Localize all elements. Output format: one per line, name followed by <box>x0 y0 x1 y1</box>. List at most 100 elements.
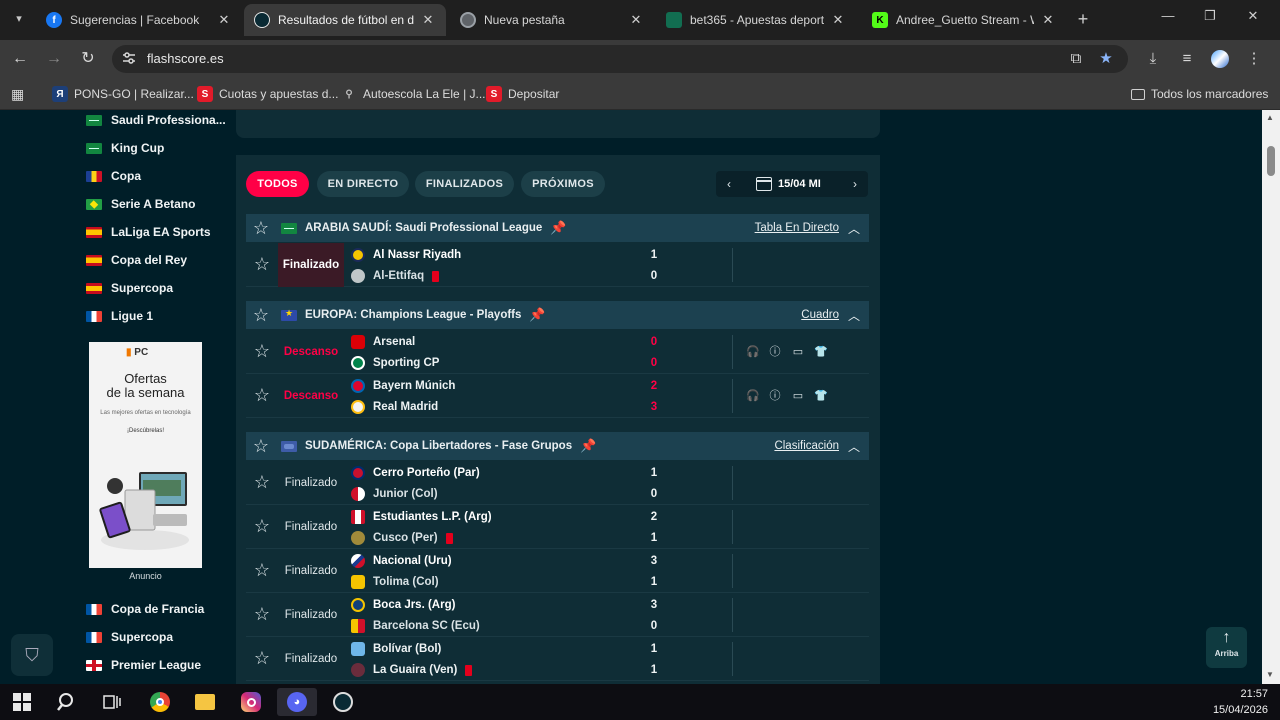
match-row[interactable]: ☆ Descanso Bayern Múnich Real Madrid 2 3… <box>246 374 869 418</box>
nav-item-serie-a-betano[interactable]: Serie A Betano <box>86 194 226 214</box>
match-row[interactable]: ☆ Finalizado Al Nassr Riyadh Al-Ettifaq … <box>246 243 869 287</box>
audio-commentary-icon[interactable]: 🎧 <box>746 389 760 403</box>
favorite-star-icon[interactable]: ☆ <box>252 472 272 493</box>
collapse-chevron-icon[interactable]: ︿ <box>847 307 861 324</box>
filter-all-button[interactable]: TODOS <box>246 171 309 197</box>
favorite-star-icon[interactable]: ☆ <box>252 648 272 669</box>
ad-banner[interactable]: ▮ PC Ofertas de la semana Las mejores ofe… <box>89 342 202 568</box>
site-settings-icon[interactable] <box>122 51 136 65</box>
instagram-icon[interactable] <box>231 688 271 716</box>
favorite-star-icon[interactable]: ☆ <box>252 341 272 362</box>
match-row[interactable]: ☆ Descanso Arsenal Sporting CP 0 0 🎧 ⓘ ▭… <box>246 330 869 374</box>
address-bar[interactable]: flashscore.es <box>112 45 1128 73</box>
league-header-libertadores[interactable]: ☆ SUDAMÉRICA: Copa Libertadores - Fase G… <box>246 432 869 460</box>
download-icon[interactable]: ⤓ <box>1143 49 1163 69</box>
favorite-star-icon[interactable]: ☆ <box>252 254 272 275</box>
search-icon[interactable] <box>47 688 87 716</box>
favorite-star-icon[interactable]: ☆ <box>246 305 276 326</box>
prev-day-icon[interactable]: ‹ <box>716 177 742 191</box>
nav-item-supercopa-fr[interactable]: Supercopa <box>86 627 226 647</box>
league-header-champions[interactable]: ☆ EUROPA: Champions League - Playoffs 📌 … <box>246 301 869 329</box>
tab-bet365[interactable]: bet365 - Apuestas deportivas ✕ <box>656 4 856 36</box>
page-scrollbar[interactable]: ▲ ▼ <box>1262 110 1280 684</box>
close-tab-icon[interactable]: ✕ <box>420 12 436 28</box>
collapse-chevron-icon[interactable]: ︿ <box>847 438 861 455</box>
filter-finished-button[interactable]: FINALIZADOS <box>415 171 514 197</box>
tab-flashscore[interactable]: Resultados de fútbol en directo ✕ <box>244 4 446 36</box>
match-row[interactable]: ☆ Finalizado Cerro Porteño (Par) Junior … <box>246 461 869 505</box>
close-window-icon[interactable]: ✕ <box>1243 8 1263 24</box>
lineup-shirt-icon[interactable]: 👕 <box>814 345 828 359</box>
reload-icon[interactable]: ↻ <box>78 49 98 69</box>
nav-item-saudi-pro-league[interactable]: Saudi Professiona... <box>86 110 226 130</box>
pin-icon[interactable]: 📌 <box>529 307 545 323</box>
restore-icon[interactable]: ❐ <box>1200 8 1220 24</box>
league-header-saudi[interactable]: ☆ ARABIA SAUDÍ: Saudi Professional Leagu… <box>246 214 869 242</box>
info-icon[interactable]: ⓘ <box>768 345 782 359</box>
profile-avatar[interactable] <box>1210 49 1230 69</box>
start-button[interactable] <box>2 688 42 716</box>
nav-item-premier-league[interactable]: Premier League <box>86 655 226 675</box>
tab-search-chevron-icon[interactable]: ▾ <box>8 8 30 30</box>
apps-grid-icon[interactable]: ▦ <box>11 85 24 103</box>
tv-icon[interactable]: ▭ <box>791 389 805 403</box>
all-bookmarks[interactable]: Todos los marcadores <box>1131 85 1268 103</box>
league-name[interactable]: ARABIA SAUDÍ: Saudi Professional League <box>305 222 542 234</box>
bookmark-sportium[interactable]: S Cuotas y apuestas d... <box>197 85 338 103</box>
kebab-menu-icon[interactable]: ⋮ <box>1244 49 1264 69</box>
nav-item-copa-del-rey[interactable]: Copa del Rey <box>86 250 226 270</box>
league-link[interactable]: Clasificación <box>774 440 839 452</box>
favorite-star-icon[interactable]: ☆ <box>252 560 272 581</box>
close-tab-icon[interactable]: ✕ <box>216 12 232 28</box>
close-tab-icon[interactable]: ✕ <box>830 12 846 28</box>
favorite-star-icon[interactable]: ☆ <box>252 516 272 537</box>
nav-item-supercopa-es[interactable]: Supercopa <box>86 278 226 298</box>
next-day-icon[interactable]: › <box>842 177 868 191</box>
pin-icon[interactable]: 📌 <box>580 438 596 454</box>
favorite-star-icon[interactable]: ☆ <box>252 604 272 625</box>
tab-kick[interactable]: K Andree_Guetto Stream - Wa ✕ <box>862 4 1066 36</box>
scrollbar-thumb[interactable] <box>1267 146 1275 176</box>
tv-icon[interactable]: ▭ <box>791 345 805 359</box>
info-icon[interactable]: ⓘ <box>768 389 782 403</box>
system-clock[interactable]: 21:57 15/04/2026 <box>1213 686 1268 718</box>
bookmark-pons[interactable]: Я PONS-GO | Realizar... <box>52 85 194 103</box>
nav-item-copa-de-francia[interactable]: Copa de Francia <box>86 599 226 619</box>
filter-live-button[interactable]: EN DIRECTO <box>317 171 409 197</box>
nav-item-ligue-1[interactable]: Ligue 1 <box>86 306 226 326</box>
scroll-down-arrow-icon[interactable]: ▼ <box>1266 670 1274 679</box>
date-label[interactable]: 15/04 MI <box>778 178 842 190</box>
league-name[interactable]: EUROPA: Champions League - Playoffs <box>305 309 521 321</box>
scroll-up-arrow-icon[interactable]: ▲ <box>1266 113 1274 122</box>
close-tab-icon[interactable]: ✕ <box>628 12 644 28</box>
favorite-star-icon[interactable]: ☆ <box>246 218 276 239</box>
calendar-icon[interactable] <box>756 177 772 191</box>
file-explorer-icon[interactable] <box>185 688 225 716</box>
filter-upcoming-button[interactable]: PRÓXIMOS <box>521 171 605 197</box>
collapse-chevron-icon[interactable]: ︿ <box>847 220 861 237</box>
tab-new-tab[interactable]: Nueva pestaña ✕ <box>450 4 654 36</box>
league-link[interactable]: Tabla En Directo <box>755 222 839 234</box>
flashscore-taskbar-icon[interactable] <box>323 688 363 716</box>
media-control-icon[interactable]: ≡ <box>1177 49 1197 69</box>
audio-commentary-icon[interactable]: 🎧 <box>746 345 760 359</box>
league-name[interactable]: SUDAMÉRICA: Copa Libertadores - Fase Gru… <box>305 440 572 452</box>
tab-facebook[interactable]: f Sugerencias | Facebook ✕ <box>36 4 242 36</box>
bookmark-star-icon[interactable]: ★ <box>1096 49 1116 69</box>
league-link[interactable]: Cuadro <box>801 309 839 321</box>
scroll-to-top-button[interactable]: ↑ Arriba <box>1206 627 1247 668</box>
install-app-icon[interactable]: ⧉ <box>1066 49 1086 69</box>
bookmark-depositar[interactable]: S Depositar <box>486 85 559 103</box>
task-view-icon[interactable] <box>92 688 132 716</box>
back-icon[interactable]: ← <box>10 49 30 69</box>
match-row[interactable]: ☆ Finalizado Boca Jrs. (Arg) Barcelona S… <box>246 593 869 637</box>
match-row[interactable]: ☆ Finalizado Estudiantes L.P. (Arg) Cusc… <box>246 505 869 549</box>
new-tab-icon[interactable]: + <box>1073 9 1093 30</box>
shield-check-icon[interactable]: ⛉ <box>11 634 53 676</box>
lineup-shirt-icon[interactable]: 👕 <box>814 389 828 403</box>
nav-item-king-cup[interactable]: King Cup <box>86 138 226 158</box>
match-row[interactable]: ☆ Finalizado Nacional (Uru) Tolima (Col)… <box>246 549 869 593</box>
match-row[interactable]: ☆ Finalizado Bolívar (Bol) La Guaira (Ve… <box>246 637 869 681</box>
favorite-star-icon[interactable]: ☆ <box>246 436 276 457</box>
minimize-icon[interactable]: — <box>1158 8 1178 23</box>
